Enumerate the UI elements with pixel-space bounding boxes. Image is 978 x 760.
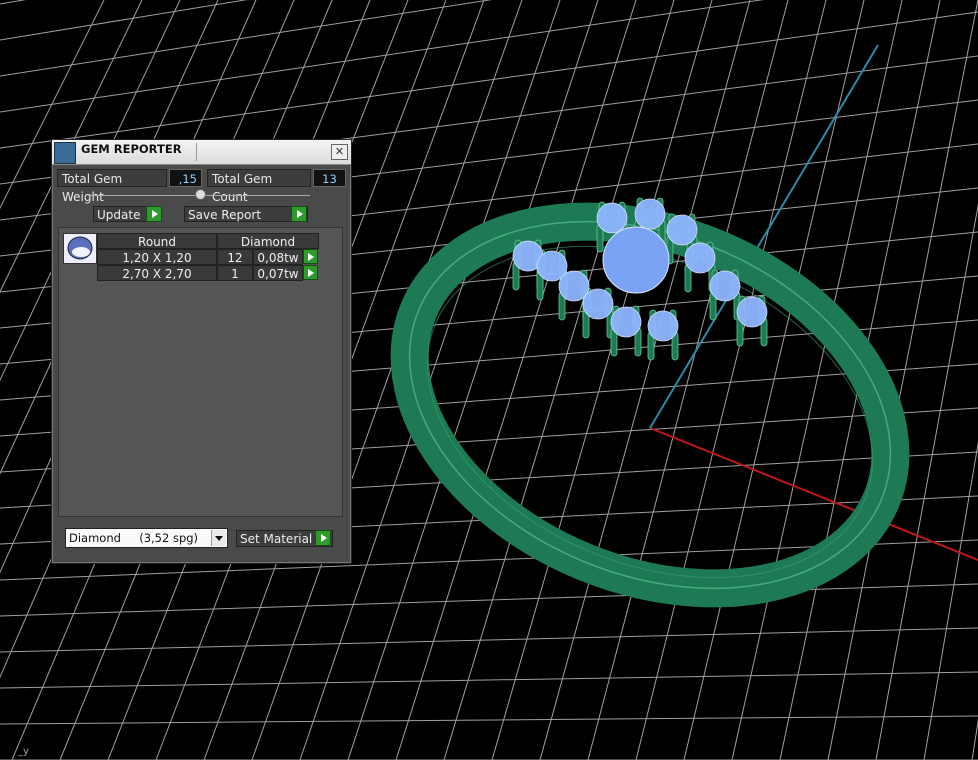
close-icon: ✕ <box>334 145 345 158</box>
gem-report-list: Round Diamond 1,20 X 1,20 12 0,08tw 2,70… <box>58 227 343 517</box>
grid-line <box>0 0 765 113</box>
grid-line <box>0 0 248 41</box>
grid-line <box>971 718 978 760</box>
grid-line <box>539 0 751 760</box>
row-2-count: 1 <box>217 265 253 281</box>
save-report-arrow-icon[interactable] <box>291 206 307 222</box>
row-2-select-arrow-icon[interactable] <box>303 265 318 280</box>
row-1-count: 12 <box>217 249 253 265</box>
grid-line <box>443 0 675 760</box>
side-gem <box>610 306 642 338</box>
save-report-label: Save Report <box>188 208 262 222</box>
center-stone <box>602 226 670 294</box>
side-gem <box>666 214 698 246</box>
total-gem-count-label: Total Gem Count <box>207 169 311 204</box>
gem-reporter-icon <box>54 142 76 164</box>
grid-line <box>0 671 978 689</box>
total-gem-weight-value: ,15 <box>169 169 202 187</box>
side-gem <box>684 242 716 274</box>
header-material: Diamond <box>217 233 319 249</box>
row-1-size: 1,20 X 1,20 <box>97 249 217 265</box>
round-gem-icon[interactable] <box>63 233 97 264</box>
header-shape: Round <box>97 233 217 249</box>
grid-line <box>395 0 637 760</box>
gem-reporter-panel: GEM REPORTER ✕ Total Gem Weight ,15 Tota… <box>51 139 352 564</box>
grid-line <box>923 441 978 760</box>
row-2-weight: 0,07tw <box>253 265 303 281</box>
grid-line <box>0 0 27 5</box>
close-button[interactable]: ✕ <box>331 144 348 160</box>
total-gem-weight-label: Total Gem Weight <box>57 169 167 204</box>
side-gem <box>709 270 741 302</box>
grid-line <box>635 0 827 760</box>
side-gem <box>736 296 768 328</box>
side-gem <box>647 310 679 342</box>
update-arrow-icon[interactable] <box>146 206 162 222</box>
axis-indicator: _y <box>18 746 29 757</box>
row-1-select-arrow-icon[interactable] <box>303 249 318 264</box>
update-label: Update <box>97 208 141 222</box>
chevron-down-icon[interactable] <box>211 530 226 546</box>
set-material-label: Set Material <box>240 532 313 546</box>
ring-model <box>390 197 910 608</box>
title-separator <box>196 143 197 161</box>
title-bar[interactable]: GEM REPORTER ✕ <box>52 140 351 165</box>
set-material-arrow-icon[interactable] <box>315 530 331 546</box>
grid-line <box>347 0 599 760</box>
window-title: GEM REPORTER <box>81 142 182 156</box>
material-select-value: Diamond (3,52 spg) <box>69 531 199 545</box>
total-gem-count-value: 13 <box>313 169 346 187</box>
grid-line <box>0 715 978 725</box>
side-gem <box>582 288 614 320</box>
material-select[interactable]: Diamond (3,52 spg) <box>65 528 228 548</box>
row-1-weight: 0,08tw <box>253 249 303 265</box>
grid-line <box>0 0 493 77</box>
row-2-size: 2,70 X 2,70 <box>97 265 217 281</box>
x-axis-line <box>649 427 978 561</box>
grid-line <box>0 11 978 149</box>
panel-slider-handle[interactable] <box>195 189 206 200</box>
save-report-button[interactable]: Save Report <box>184 206 308 222</box>
side-gem <box>634 198 666 230</box>
side-gem <box>558 270 590 302</box>
side-gem <box>596 202 628 234</box>
grid-line <box>0 627 978 653</box>
